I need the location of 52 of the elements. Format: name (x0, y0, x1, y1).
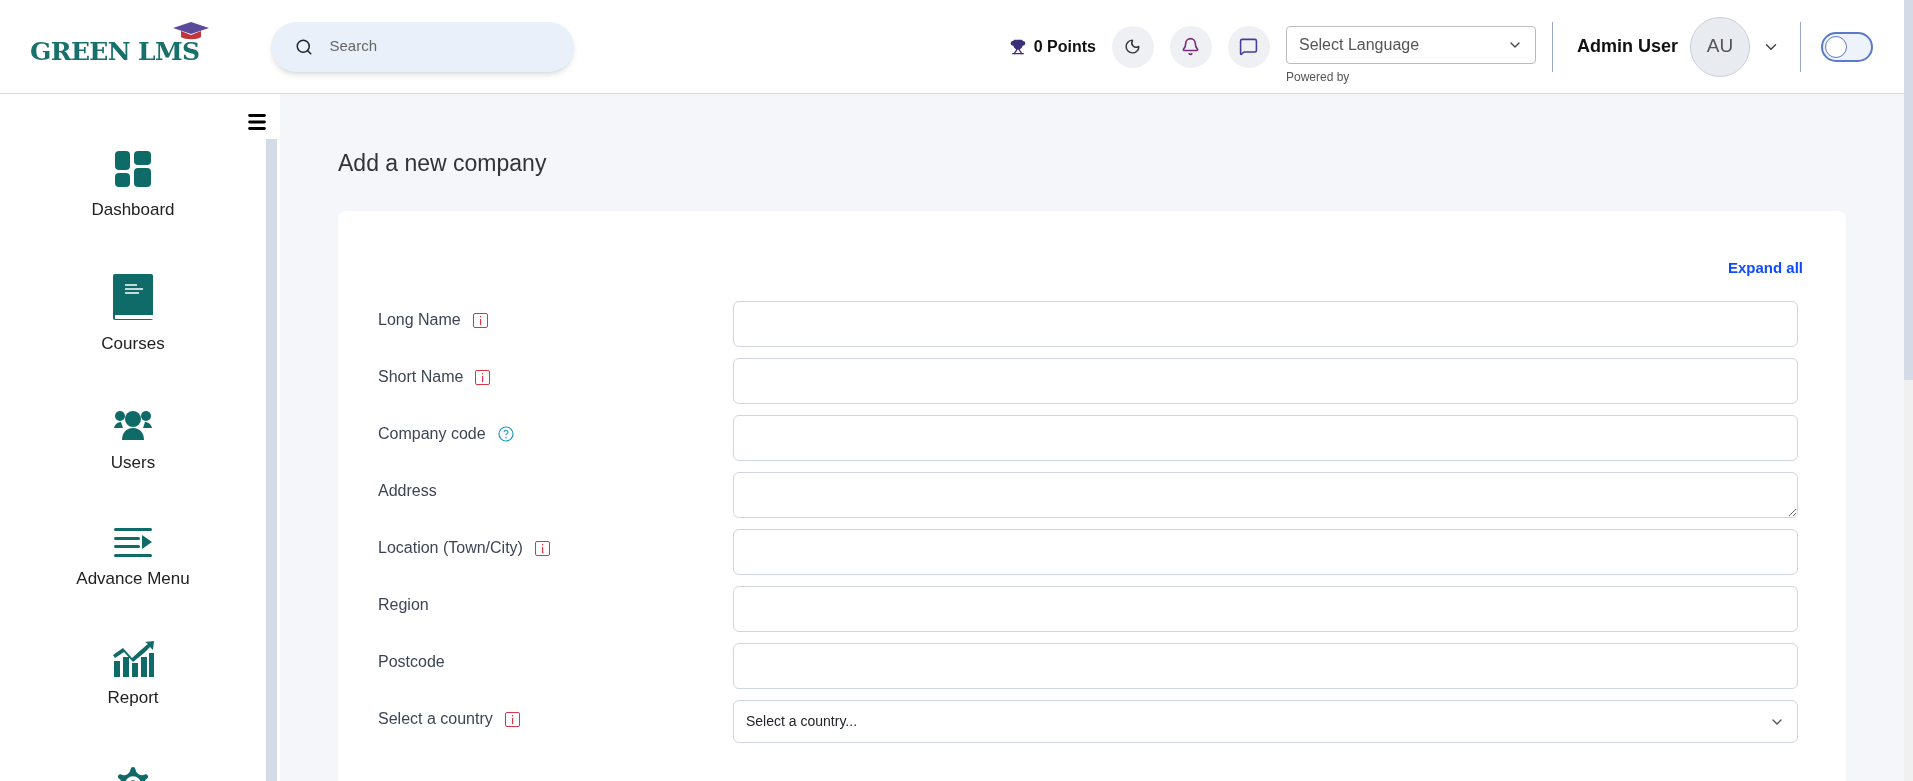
search-field[interactable]: Search (271, 21, 575, 72)
powered-by-text: Powered by (1285, 68, 1351, 86)
user-name: Admin User (1576, 35, 1678, 58)
search-icon (295, 37, 314, 56)
text-input-field[interactable] (733, 415, 1798, 461)
info-icon (475, 369, 491, 385)
country-select[interactable]: Select a country... (733, 700, 1798, 743)
text-input-field[interactable] (733, 529, 1798, 575)
field-label: Long Name (378, 310, 461, 330)
logo[interactable]: GREEN LMS (30, 36, 200, 66)
grid-icon (113, 149, 153, 189)
field-label: Short Name (378, 367, 464, 387)
sidebar-item[interactable]: Dashboard (91, 149, 175, 223)
text-input-field[interactable] (733, 358, 1798, 404)
info-icon (504, 711, 520, 727)
select-value: Select a country... (746, 712, 857, 731)
page-title: Add a new company (338, 149, 548, 178)
info-icon (472, 312, 488, 328)
text-input-field[interactable] (733, 301, 1798, 347)
search-input[interactable]: Search (329, 35, 530, 58)
sidebar-item[interactable]: Courses (101, 272, 165, 356)
page-scrollbar[interactable] (1904, 0, 1913, 781)
field-label: Region (378, 595, 429, 615)
menu-icon[interactable] (246, 111, 268, 133)
scrollbar[interactable] (266, 139, 277, 781)
chat-icon (1239, 37, 1259, 56)
book-icon (111, 272, 155, 323)
text-input-field[interactable] (733, 586, 1798, 632)
moon-icon (1124, 38, 1142, 55)
bell-icon (1181, 37, 1201, 56)
field-label: Company code (378, 424, 486, 444)
points-count: 0 Points (1033, 36, 1096, 57)
theme-toggle[interactable] (1821, 31, 1873, 62)
sidebar-item[interactable]: Report (107, 641, 159, 711)
sidebar-item[interactable]: Advance Menu (76, 525, 190, 591)
expand-all-link[interactable]: Expand all (1727, 256, 1803, 279)
language-value: Select Language (1298, 34, 1420, 55)
field-label: Address (378, 481, 437, 501)
field-label: Select a country (378, 709, 493, 729)
field-label: Postcode (378, 652, 445, 672)
help-icon (497, 426, 514, 442)
language-select[interactable]: Select Language (1285, 25, 1536, 64)
textarea-field[interactable] (733, 472, 1798, 518)
trophy-icon (1009, 38, 1026, 55)
field-label: Location (Town/City) (378, 538, 523, 558)
text-input-field[interactable] (733, 643, 1798, 689)
chart-icon (111, 641, 155, 677)
info-icon (534, 540, 550, 556)
list-arrow-icon (113, 525, 153, 558)
graduation-cap-icon (172, 20, 210, 41)
sidebar-item[interactable]: Users (110, 406, 156, 476)
avatar[interactable]: AU (1690, 16, 1750, 77)
